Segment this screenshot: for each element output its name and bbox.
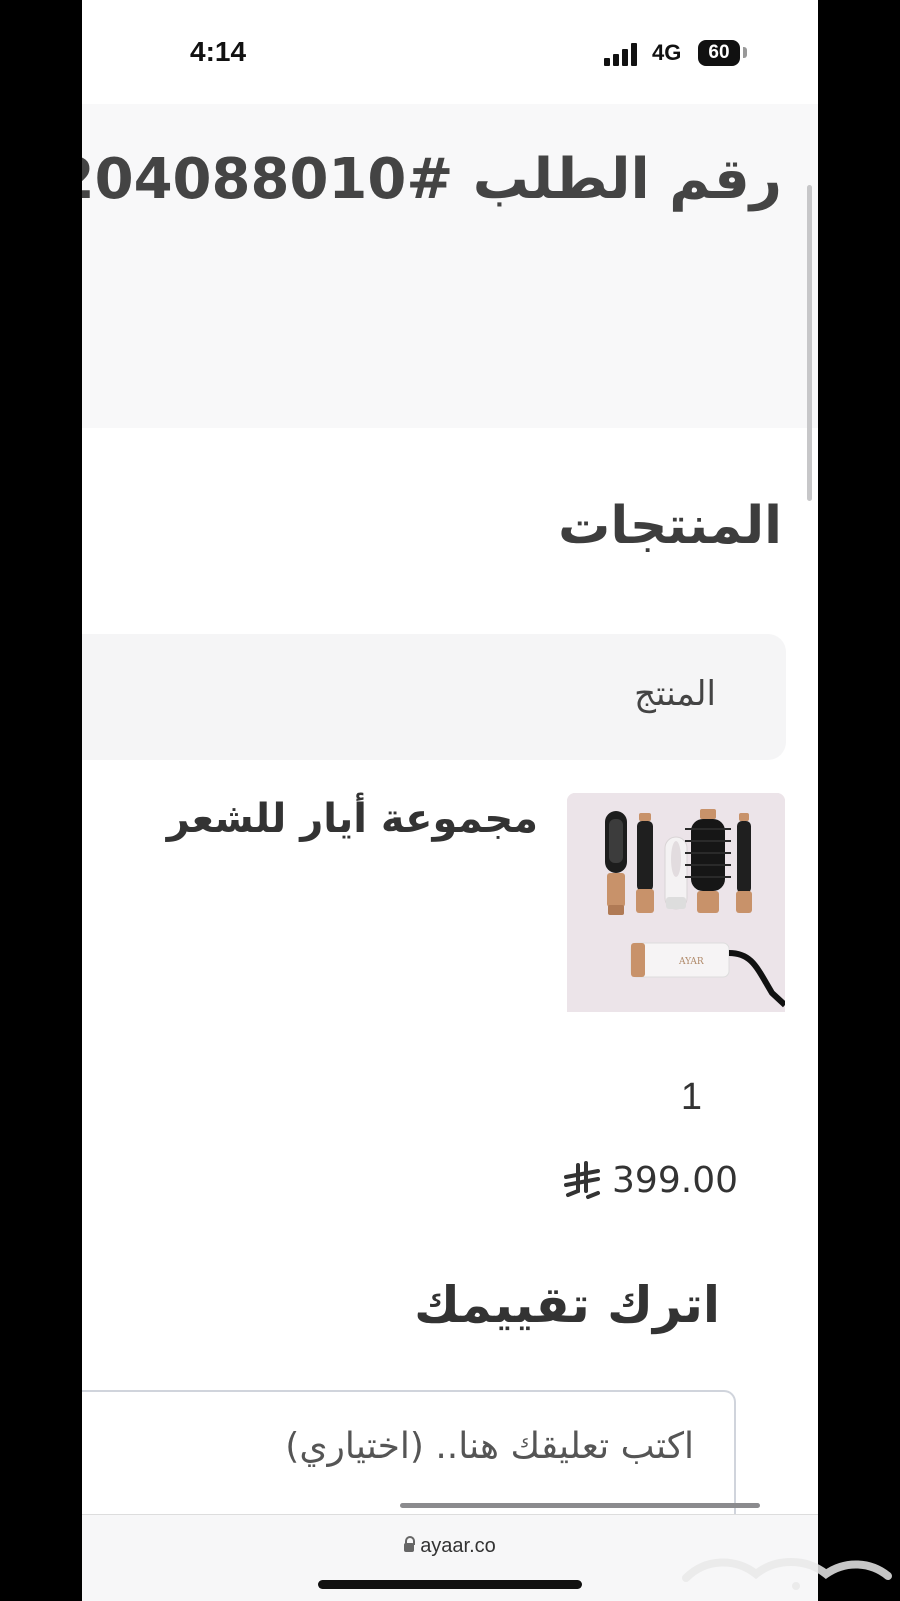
phone-screen: رقم الطلب #204088010 4:14 4G 60 المنتجات…: [82, 0, 818, 1601]
product-quantity: 1: [680, 1076, 702, 1118]
order-number-title: رقم الطلب #204088010: [82, 147, 782, 212]
order-header-card: رقم الطلب #204088010: [82, 104, 818, 428]
horizontal-scrollbar[interactable]: [400, 1503, 760, 1508]
signal-icon: [604, 42, 644, 66]
lock-icon: [404, 1536, 416, 1552]
watermark-logo: [682, 1558, 892, 1590]
vertical-scrollbar[interactable]: [807, 185, 812, 501]
products-section-title: المنتجات: [558, 496, 782, 556]
network-type: 4G: [652, 40, 682, 65]
product-image-brand-text: AYAR: [678, 957, 704, 967]
column-header-product: المنتج: [634, 674, 716, 714]
battery-tip: [743, 47, 747, 58]
saudi-riyal-icon: [564, 1160, 601, 1199]
product-image[interactable]: AYAR: [567, 793, 785, 1012]
review-section-title: اترك تقييمك: [414, 1276, 720, 1334]
product-name[interactable]: مجموعة أيار للشعر: [167, 796, 538, 842]
review-placeholder: اكتب تعليقك هنا.. (اختياري): [285, 1426, 694, 1467]
product-price: 399.00: [562, 1160, 738, 1201]
hair-tools-illustration: AYAR: [567, 793, 785, 1012]
battery-icon: 60: [698, 40, 740, 66]
home-indicator[interactable]: [318, 1580, 582, 1589]
products-table-header: المنتج: [82, 634, 786, 760]
status-bar: 4:14 4G 60: [82, 0, 818, 104]
status-time: 4:14: [190, 36, 247, 67]
url-text: ayaar.co: [420, 1535, 496, 1557]
product-price-value: 399.00: [612, 1160, 738, 1201]
